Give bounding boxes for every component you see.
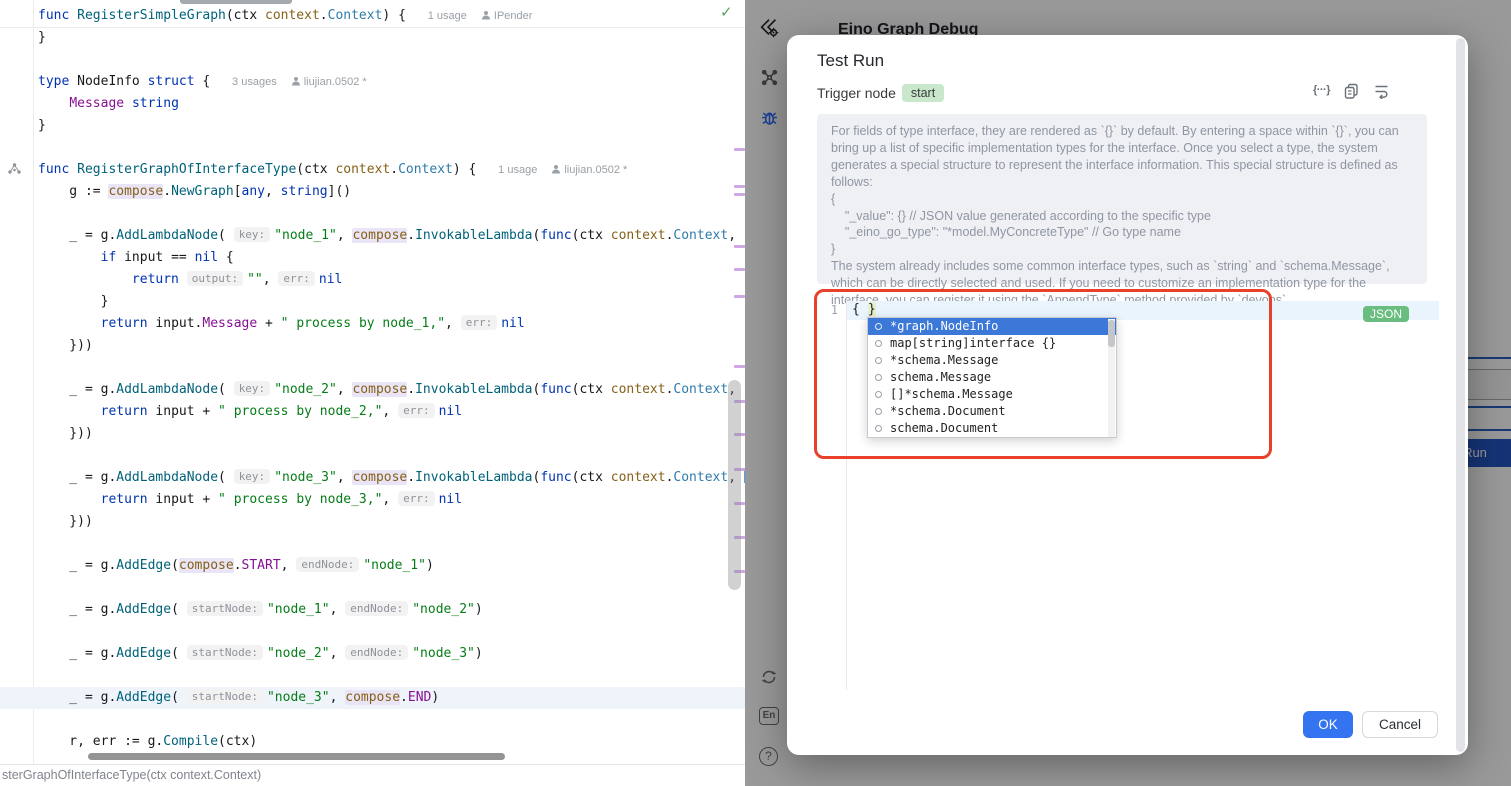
- type-option-icon: [875, 374, 882, 381]
- autocomplete-item[interactable]: schema.Message: [868, 369, 1116, 386]
- editor-line-number: 1: [824, 303, 838, 317]
- code-line[interactable]: func RegisterGraphOfInterfaceType(ctx co…: [0, 159, 745, 181]
- code-line[interactable]: type NodeInfo struct { 3 usagesliujian.0…: [0, 71, 745, 93]
- code-line[interactable]: func RegisterSimpleGraph(ctx context.Con…: [0, 5, 745, 27]
- trigger-node-label: Trigger node: [817, 85, 896, 101]
- code-line[interactable]: _ = g.AddLambdaNode( key:"node_1", compo…: [0, 225, 745, 247]
- json-editor-line[interactable]: {}: [852, 302, 876, 317]
- autocomplete-item[interactable]: schema.Document: [868, 420, 1116, 437]
- type-option-icon: [875, 357, 882, 364]
- change-stripe-mark: [734, 193, 745, 196]
- code-line[interactable]: _ = g.AddEdge(compose.START, endNode:"no…: [0, 555, 745, 577]
- change-stripe-mark: [734, 268, 745, 271]
- autocomplete-scrollbar[interactable]: [1108, 319, 1115, 437]
- json-lang-badge: JSON: [1363, 306, 1409, 322]
- code-line[interactable]: [0, 621, 745, 643]
- interface-help-text: For fields of type interface, they are r…: [817, 114, 1427, 284]
- autocomplete-item[interactable]: *schema.Document: [868, 403, 1116, 420]
- ok-button[interactable]: OK: [1303, 711, 1353, 738]
- change-stripe-mark: [734, 365, 745, 368]
- code-line[interactable]: [0, 137, 745, 159]
- change-stripe-mark: [734, 295, 745, 298]
- code-line[interactable]: g := compose.NewGraph[any, string](): [0, 181, 745, 203]
- usages-annotation[interactable]: 1 usage: [428, 10, 467, 22]
- code-line[interactable]: [0, 665, 745, 687]
- code-line[interactable]: _ = g.AddLambdaNode( key:"node_3", compo…: [0, 467, 745, 489]
- type-option-icon: [875, 408, 882, 415]
- trigger-node-row: Trigger node start: [817, 82, 944, 104]
- breadcrumb[interactable]: sterGraphOfInterfaceType(ctx context.Con…: [0, 764, 745, 786]
- app-root: func RegisterSimpleGraph(ctx context.Con…: [0, 0, 1511, 786]
- autocomplete-item[interactable]: *graph.NodeInfo: [868, 318, 1116, 335]
- code-line[interactable]: Message string: [0, 93, 745, 115]
- change-stripe-mark: [734, 245, 745, 248]
- change-stripe-mark: [734, 148, 745, 151]
- code-line[interactable]: [0, 709, 745, 731]
- code-line[interactable]: _ = g.AddLambdaNode( key:"node_2", compo…: [0, 379, 745, 401]
- test-run-dialog: Test Run Trigger node start {···} For fi…: [787, 35, 1468, 755]
- code-line[interactable]: return input + " process by node_2,", er…: [0, 401, 745, 423]
- type-option-icon: [875, 323, 882, 330]
- type-autocomplete-popup: *graph.NodeInfomap[string]interface {}*s…: [867, 317, 1117, 438]
- vcs-author-annotation[interactable]: liujian.0502 *: [551, 164, 627, 176]
- code-line[interactable]: _ = g.AddEdge( startNode:"node_1", endNo…: [0, 599, 745, 621]
- type-option-icon: [875, 391, 882, 398]
- type-option-icon: [875, 425, 882, 432]
- vcs-author-annotation[interactable]: IPender: [481, 10, 533, 22]
- sticky-line-separator: [0, 27, 745, 28]
- code-line[interactable]: }: [0, 115, 745, 137]
- code-line[interactable]: _ = g.AddEdge( startNode:"node_3", compo…: [0, 687, 745, 709]
- code-line[interactable]: r, err := g.Compile(ctx): [0, 731, 745, 753]
- graph-gutter-icon[interactable]: [7, 162, 22, 175]
- code-line[interactable]: [0, 533, 745, 555]
- open-brace: {: [852, 302, 860, 317]
- code-editor[interactable]: func RegisterSimpleGraph(ctx context.Con…: [0, 0, 745, 786]
- code-line[interactable]: })): [0, 511, 745, 533]
- autocomplete-item[interactable]: map[string]interface {}: [868, 335, 1116, 352]
- editor-toolbar: {···}: [1313, 82, 1390, 99]
- code-line[interactable]: [0, 357, 745, 379]
- autocomplete-item[interactable]: []*schema.Message: [868, 386, 1116, 403]
- editor-top-strip: [180, 0, 292, 4]
- usages-annotation[interactable]: 3 usages: [232, 76, 277, 88]
- format-braces-icon[interactable]: {···}: [1313, 82, 1330, 99]
- autocomplete-item[interactable]: *schema.Message: [868, 352, 1116, 369]
- vertical-scrollbar[interactable]: [728, 380, 741, 590]
- code-line[interactable]: })): [0, 335, 745, 357]
- code-line[interactable]: return input + " process by node_3,", er…: [0, 489, 745, 511]
- change-stripe-mark: [734, 185, 745, 188]
- editor-gutter-line: [846, 299, 847, 690]
- code-line[interactable]: [0, 445, 745, 467]
- code-line[interactable]: return output:"", err:nil: [0, 269, 745, 291]
- trigger-node-badge: start: [902, 84, 944, 102]
- copy-icon[interactable]: [1343, 82, 1360, 99]
- code-line[interactable]: })): [0, 423, 745, 445]
- inspection-ok-icon[interactable]: ✓: [720, 3, 733, 21]
- code-line[interactable]: _ = g.AddEdge( startNode:"node_2", endNo…: [0, 643, 745, 665]
- code-line[interactable]: [0, 577, 745, 599]
- code-line[interactable]: }: [0, 27, 745, 49]
- code-line[interactable]: return input.Message + " process by node…: [0, 313, 745, 335]
- dialog-scrollbar[interactable]: [1456, 38, 1465, 752]
- code-lines: func RegisterSimpleGraph(ctx context.Con…: [0, 5, 745, 753]
- autocomplete-scroll-thumb[interactable]: [1108, 320, 1115, 347]
- cancel-button[interactable]: Cancel: [1362, 711, 1438, 738]
- code-line[interactable]: if input == nil {: [0, 247, 745, 269]
- code-line[interactable]: [0, 49, 745, 71]
- dialog-title: Test Run: [817, 51, 884, 71]
- vcs-author-annotation[interactable]: liujian.0502 *: [291, 76, 367, 88]
- usages-annotation[interactable]: 1 usage: [498, 164, 537, 176]
- horizontal-scrollbar[interactable]: [88, 753, 505, 760]
- code-line[interactable]: }: [0, 291, 745, 313]
- soft-wrap-icon[interactable]: [1373, 82, 1390, 99]
- type-option-icon: [875, 340, 882, 347]
- close-brace: }: [868, 302, 876, 317]
- code-line[interactable]: [0, 203, 745, 225]
